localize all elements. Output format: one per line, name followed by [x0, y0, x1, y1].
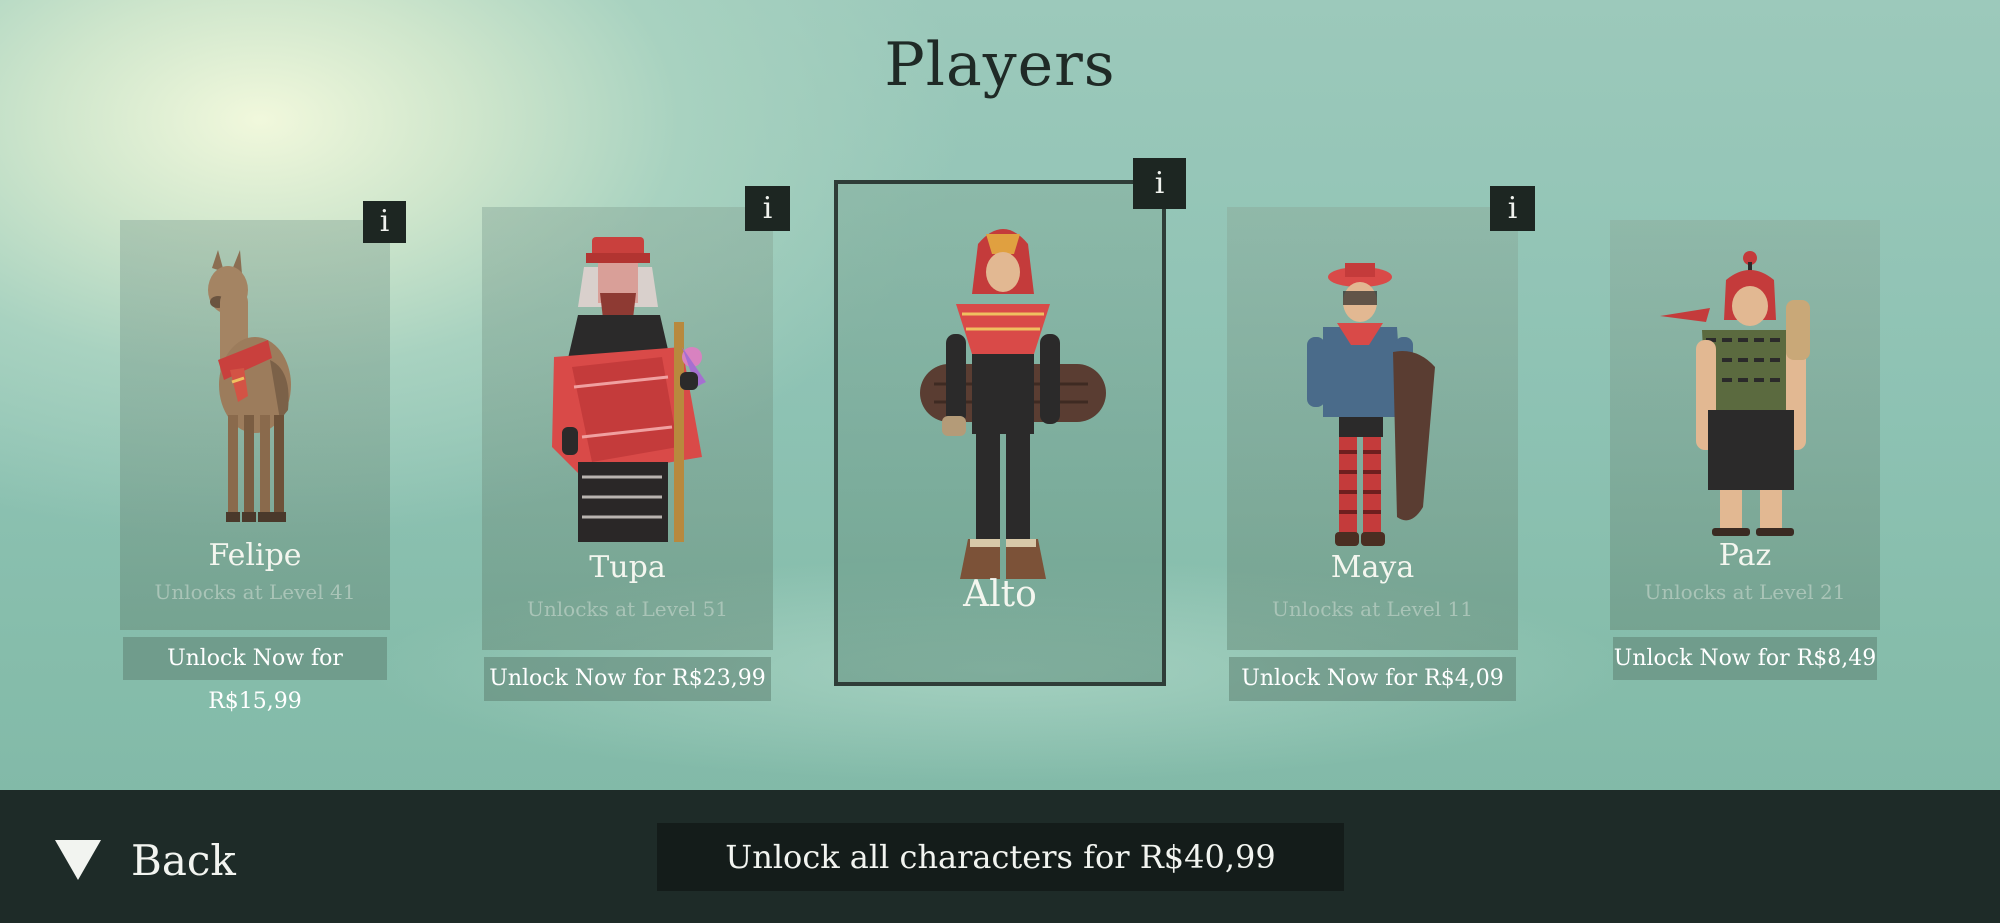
page-title: Players — [884, 30, 1116, 100]
info-icon[interactable]: i — [745, 186, 790, 231]
character-name: Alto — [963, 574, 1037, 615]
unlock-now-button-paz[interactable]: Unlock Now for R$8,49 — [1613, 637, 1877, 680]
triangle-down-icon — [55, 840, 101, 880]
info-icon[interactable]: i — [1133, 158, 1186, 209]
unlock-level-text: Unlocks at Level 21 — [1644, 580, 1846, 604]
back-label: Back — [131, 835, 236, 885]
back-button[interactable]: Back — [55, 835, 236, 885]
character-card-tupa[interactable]: Tupa Unlocks at Level 51 — [482, 207, 773, 650]
unlock-all-button[interactable]: Unlock all characters for R$40,99 — [657, 823, 1344, 891]
character-name: Tupa — [589, 550, 666, 585]
info-icon[interactable]: i — [1490, 186, 1535, 231]
character-card-maya[interactable]: Maya Unlocks at Level 11 — [1227, 207, 1518, 650]
character-name: Paz — [1718, 538, 1772, 573]
character-card-paz[interactable]: Paz Unlocks at Level 21 — [1610, 220, 1880, 630]
unlock-level-text: Unlocks at Level 41 — [154, 580, 356, 604]
character-card-alto[interactable]: Alto — [834, 180, 1166, 686]
info-icon[interactable]: i — [363, 201, 406, 243]
unlock-now-button-tupa[interactable]: Unlock Now for R$23,99 — [484, 657, 771, 701]
unlock-now-button-felipe[interactable]: Unlock Now for R$15,99 — [123, 637, 387, 714]
character-name: Felipe — [208, 538, 302, 573]
unlock-now-button-maya[interactable]: Unlock Now for R$4,09 — [1229, 657, 1516, 701]
unlock-level-text: Unlocks at Level 11 — [1272, 597, 1473, 621]
character-card-felipe[interactable]: Felipe Unlocks at Level 41 — [120, 220, 390, 630]
character-name: Maya — [1330, 550, 1415, 585]
unlock-level-text: Unlocks at Level 51 — [527, 597, 728, 621]
